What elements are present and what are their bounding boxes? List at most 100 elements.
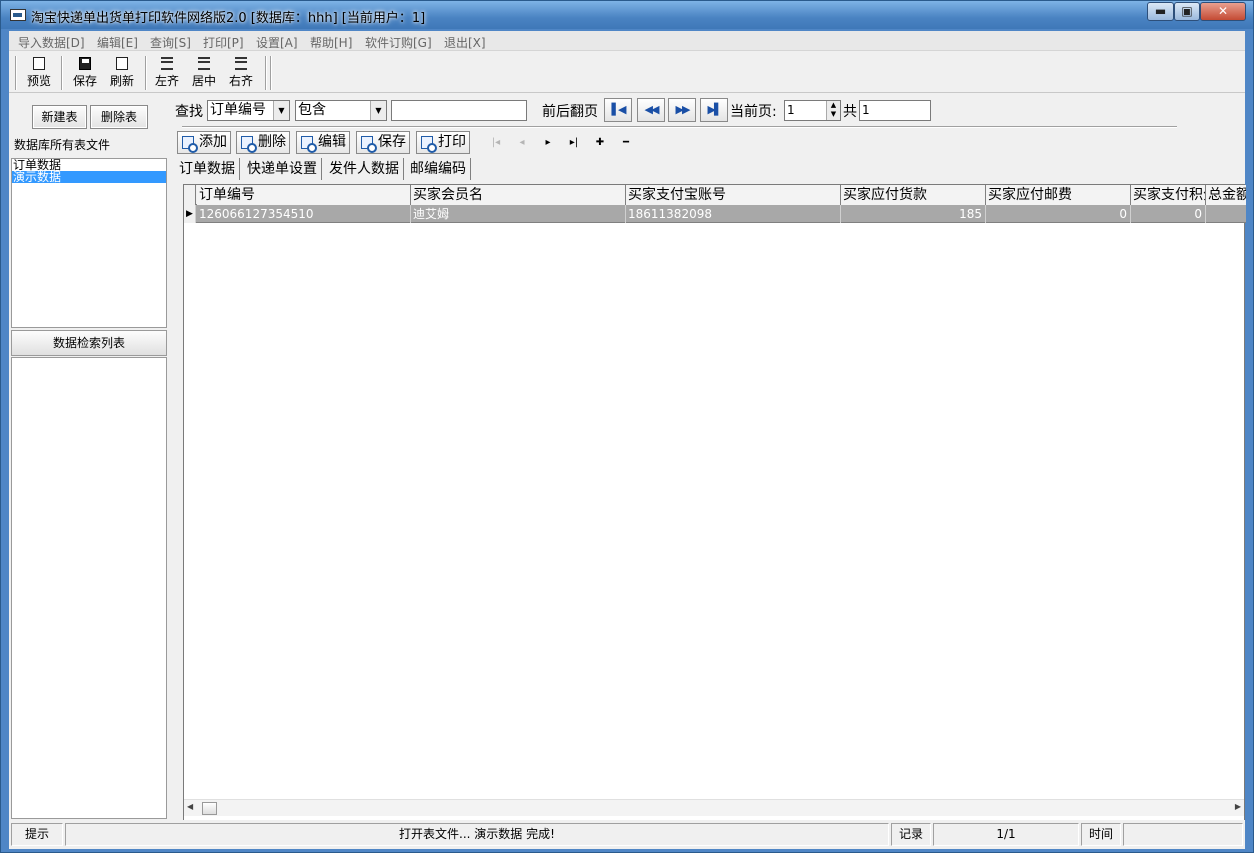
- column-header[interactable]: 买家应付邮费: [986, 185, 1131, 205]
- left-panel: 新建表 删除表 数据库所有表文件 订单数据 演示数据 数据检索列表: [9, 94, 169, 820]
- status-records-value: 1/1: [933, 823, 1079, 846]
- horizontal-scrollbar[interactable]: ◀ ▶: [184, 799, 1244, 816]
- preview-button[interactable]: 预览: [20, 54, 58, 92]
- prev-page-button[interactable]: ◀◀: [637, 98, 665, 122]
- scroll-right-icon[interactable]: ▶: [1235, 802, 1241, 811]
- save-record-button[interactable]: 保存: [356, 131, 410, 154]
- prev-record-icon[interactable]: ◂: [514, 135, 530, 151]
- next-page-button[interactable]: ▶▶: [668, 98, 696, 122]
- align-right-label: 右齐: [228, 74, 253, 88]
- search-operator-select[interactable]: 包含 ▼: [295, 100, 387, 121]
- status-time-label: 时间: [1081, 823, 1121, 846]
- table-row[interactable]: ▶ 126066127354510 迪艾姆 18611382098 185 0 …: [184, 205, 1246, 223]
- tab-order-data[interactable]: 订单数据: [179, 158, 240, 180]
- column-header[interactable]: 买家应付货款: [841, 185, 986, 205]
- window-title: 淘宝快递单出货单打印软件网络版2.0 [数据库：hhh] [当前用户：1]: [31, 11, 426, 26]
- align-center-icon: [198, 57, 210, 70]
- magnifier-document-icon: [301, 136, 317, 153]
- first-record-icon[interactable]: |◂: [488, 135, 504, 151]
- cell-postage[interactable]: 0: [986, 205, 1131, 223]
- insert-record-icon[interactable]: ✚: [592, 135, 608, 151]
- search-list-header-button[interactable]: 数据检索列表: [11, 330, 167, 356]
- last-page-button[interactable]: ▶▌: [700, 98, 728, 122]
- cell-alipay-account[interactable]: 18611382098: [626, 205, 841, 223]
- new-table-button[interactable]: 新建表: [32, 105, 87, 129]
- delete-record-label: 删除: [258, 134, 286, 150]
- remove-record-icon[interactable]: ━: [618, 135, 634, 151]
- search-field-value: 订单编号: [210, 102, 266, 118]
- cell-total[interactable]: [1206, 205, 1246, 223]
- floppy-disk-icon: [79, 57, 91, 70]
- scroll-left-icon[interactable]: ◀: [187, 802, 193, 811]
- menu-import[interactable]: 导入数据[D]: [18, 34, 85, 51]
- magnifier-document-icon: [241, 136, 257, 153]
- current-page-spinner[interactable]: 1 ▲ ▼: [784, 100, 841, 121]
- menu-exit[interactable]: 退出[X]: [444, 34, 486, 51]
- toolbar-separator: [15, 56, 17, 90]
- cell-order-id[interactable]: 126066127354510: [197, 205, 411, 223]
- menu-print[interactable]: 打印[P]: [203, 34, 244, 51]
- table-list-item-selected[interactable]: 演示数据: [12, 171, 166, 183]
- minimize-button[interactable]: ▬: [1147, 2, 1174, 21]
- preview-label: 预览: [26, 74, 51, 88]
- cell-points[interactable]: 0: [1131, 205, 1206, 223]
- last-record-icon[interactable]: ▸|: [566, 135, 582, 151]
- tab-sender-data[interactable]: 发件人数据: [329, 158, 404, 180]
- current-page-label: 当前页:: [730, 104, 777, 120]
- app-window: 淘宝快递单出货单打印软件网络版2.0 [数据库：hhh] [当前用户：1] ▬ …: [0, 0, 1254, 853]
- cell-buyer-name[interactable]: 迪艾姆: [411, 205, 626, 223]
- menu-order-software[interactable]: 软件订购[G]: [365, 34, 432, 51]
- magnifier-document-icon: [421, 136, 437, 153]
- status-hint-label: 提示: [11, 823, 63, 846]
- column-header[interactable]: 买家支付积分: [1131, 185, 1206, 205]
- refresh-document-icon: [116, 57, 128, 70]
- total-pages-label: 共: [843, 104, 857, 120]
- table-list-item[interactable]: 订单数据: [12, 159, 166, 171]
- chevron-down-icon: ▼: [273, 101, 289, 120]
- align-right-button[interactable]: 右齐: [222, 54, 260, 92]
- search-list[interactable]: [11, 357, 167, 819]
- add-record-button[interactable]: 添加: [177, 131, 231, 154]
- data-grid[interactable]: 订单编号 买家会员名 买家支付宝账号 买家应付货款 买家应付邮费 买家支付积分 …: [183, 184, 1246, 820]
- refresh-button[interactable]: 刷新: [103, 54, 141, 92]
- delete-table-button[interactable]: 删除表: [90, 105, 148, 129]
- align-center-button[interactable]: 居中: [185, 54, 223, 92]
- column-header[interactable]: 订单编号: [197, 185, 411, 205]
- search-field-select[interactable]: 订单编号 ▼: [207, 100, 290, 121]
- row-pointer-icon: ▶: [184, 205, 196, 223]
- total-pages-field: 1: [859, 100, 931, 121]
- search-input[interactable]: [391, 100, 527, 121]
- cell-goods-payment[interactable]: 185: [841, 205, 986, 223]
- first-page-button[interactable]: ▌◀: [604, 98, 632, 122]
- spinner-arrows-icon[interactable]: ▲ ▼: [826, 101, 840, 120]
- menu-help[interactable]: 帮助[H]: [310, 34, 352, 51]
- delete-record-button[interactable]: 删除: [236, 131, 290, 154]
- column-header[interactable]: 买家支付宝账号: [626, 185, 841, 205]
- column-header[interactable]: 总金额: [1206, 185, 1246, 205]
- print-record-button[interactable]: 打印: [416, 131, 470, 154]
- status-time-value: [1123, 823, 1243, 846]
- toolbar-separator: [270, 56, 272, 90]
- menu-settings[interactable]: 设置[A]: [256, 34, 298, 51]
- save-record-label: 保存: [378, 134, 406, 150]
- maximize-button[interactable]: ▣: [1174, 2, 1200, 21]
- menu-query[interactable]: 查询[S]: [150, 34, 191, 51]
- column-header[interactable]: 买家会员名: [411, 185, 626, 205]
- edit-record-button[interactable]: 编辑: [296, 131, 350, 154]
- title-bar[interactable]: 淘宝快递单出货单打印软件网络版2.0 [数据库：hhh] [当前用户：1] ▬ …: [1, 1, 1253, 29]
- tab-postal-codes[interactable]: 邮编编码: [410, 158, 471, 180]
- menu-bar: 导入数据[D] 编辑[E] 查询[S] 打印[P] 设置[A] 帮助[H] 软件…: [9, 31, 1245, 51]
- next-record-icon[interactable]: ▸: [540, 135, 556, 151]
- chevron-down-icon: ▼: [370, 101, 386, 120]
- menu-edit[interactable]: 编辑[E]: [97, 34, 138, 51]
- table-list[interactable]: 订单数据 演示数据: [11, 158, 167, 328]
- save-label: 保存: [72, 74, 97, 88]
- tab-express-settings[interactable]: 快递单设置: [247, 158, 322, 180]
- close-button[interactable]: ✕: [1200, 2, 1246, 21]
- save-button[interactable]: 保存: [66, 54, 104, 92]
- align-left-button[interactable]: 左齐: [148, 54, 186, 92]
- search-operator-value: 包含: [298, 102, 326, 118]
- paging-label: 前后翻页: [542, 104, 598, 120]
- scroll-thumb[interactable]: [202, 802, 217, 815]
- edit-record-label: 编辑: [318, 134, 346, 150]
